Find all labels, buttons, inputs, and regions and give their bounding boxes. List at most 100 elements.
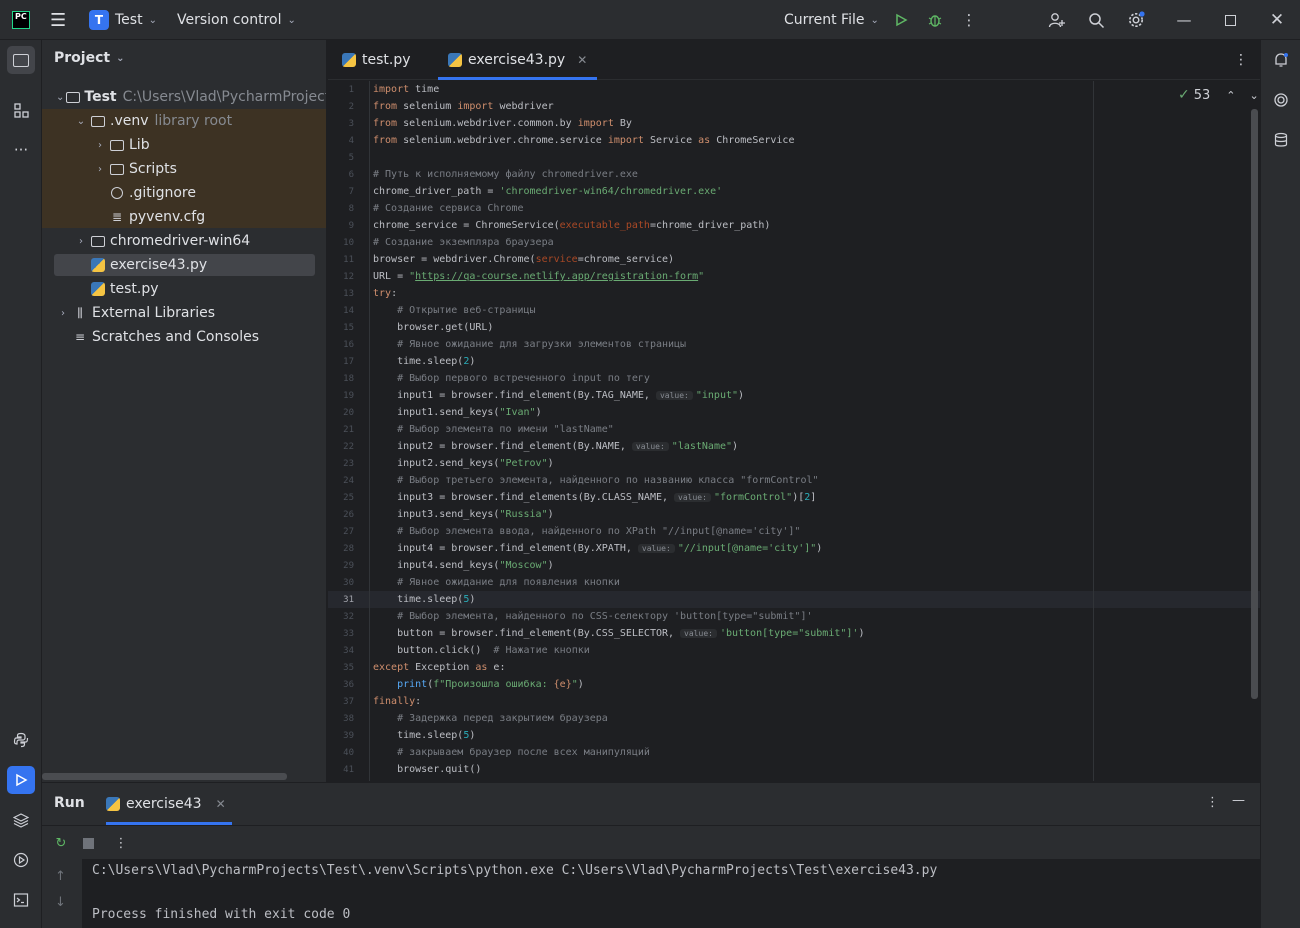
more-tools-button[interactable]: ··· xyxy=(7,136,35,164)
line-number[interactable]: 7 xyxy=(328,187,354,197)
line-number[interactable]: 8 xyxy=(328,204,354,214)
minimize-button[interactable]: — xyxy=(1172,8,1196,32)
debug-button[interactable] xyxy=(923,8,947,32)
line-number[interactable]: 31 xyxy=(328,595,354,605)
run-tool-button[interactable] xyxy=(7,766,35,794)
version-control-menu[interactable]: Version control ⌄ xyxy=(177,0,296,40)
run-tab-exercise43[interactable]: exercise43 ✕ xyxy=(106,783,232,825)
tree-item-external-libraries[interactable]: › ⫼ External Libraries xyxy=(42,301,326,325)
run-button[interactable] xyxy=(889,8,913,32)
python-packages-button[interactable] xyxy=(7,806,35,834)
line-number[interactable]: 37 xyxy=(328,697,354,707)
chevron-up-icon[interactable]: ⌃ xyxy=(1226,89,1235,102)
maximize-button[interactable] xyxy=(1218,8,1242,32)
close-tab-icon[interactable]: ✕ xyxy=(216,797,226,811)
close-tab-icon[interactable]: ✕ xyxy=(577,53,587,67)
python-console-button[interactable] xyxy=(7,726,35,754)
line-number[interactable]: 11 xyxy=(328,255,354,265)
tab-test-py[interactable]: test.py xyxy=(342,40,411,80)
line-number[interactable]: 1 xyxy=(328,85,354,95)
line-number[interactable]: 33 xyxy=(328,629,354,639)
url-link[interactable]: https://qa-course.netlify.app/registrati… xyxy=(415,271,698,282)
line-number[interactable]: 4 xyxy=(328,136,354,146)
line-number[interactable]: 27 xyxy=(328,527,354,537)
hamburger-menu-button[interactable]: ☰ xyxy=(50,0,66,40)
run-config-selector[interactable]: Current File ⌄ xyxy=(784,0,879,40)
line-number[interactable]: 32 xyxy=(328,612,354,622)
tree-item-test[interactable]: ⌄ Test C:\Users\Vlad\PycharmProjects\Tes… xyxy=(42,85,326,109)
more-actions-button[interactable]: ⋮ xyxy=(957,8,981,32)
tree-item-exercise43[interactable]: exercise43.py xyxy=(42,253,326,277)
line-number[interactable]: 35 xyxy=(328,663,354,673)
line-number[interactable]: 40 xyxy=(328,748,354,758)
more-vertical-icon[interactable]: ⋮ xyxy=(1206,795,1219,810)
line-number[interactable]: 30 xyxy=(328,578,354,588)
line-number[interactable]: 36 xyxy=(328,680,354,690)
tree-item-scratches[interactable]: ≡ Scratches and Consoles xyxy=(42,325,326,349)
line-number[interactable]: 10 xyxy=(328,238,354,248)
line-number[interactable]: 28 xyxy=(328,544,354,554)
line-number[interactable]: 18 xyxy=(328,374,354,384)
stop-button[interactable] xyxy=(79,834,97,852)
line-number[interactable]: 16 xyxy=(328,340,354,350)
vertical-scrollbar[interactable] xyxy=(1251,109,1258,699)
arrow-down-icon[interactable]: ↓ xyxy=(55,895,66,910)
tabs-more-button[interactable]: ⋮ xyxy=(1234,40,1248,80)
settings-button[interactable] xyxy=(1124,8,1148,32)
tree-item-venv[interactable]: ⌄ .venv library root xyxy=(42,109,326,133)
services-tool-button[interactable] xyxy=(7,846,35,874)
database-button[interactable] xyxy=(1269,128,1293,152)
add-user-button[interactable] xyxy=(1045,8,1069,32)
line-number[interactable]: 38 xyxy=(328,714,354,724)
line-number[interactable]: 39 xyxy=(328,731,354,741)
line-number[interactable]: 6 xyxy=(328,170,354,180)
code-editor[interactable]: 1 2 3 4 5 6 7 8 9 10 11 12 13 14 15 16 17 18 19 20 21 22 23 24 2… xyxy=(328,81,1260,781)
line-number[interactable]: 13 xyxy=(328,289,354,299)
line-number[interactable]: 9 xyxy=(328,221,354,231)
line-number[interactable]: 20 xyxy=(328,408,354,418)
run-more-button[interactable]: ⋮ xyxy=(112,834,130,852)
rerun-button[interactable]: ↻ xyxy=(52,834,70,852)
line-number[interactable]: 15 xyxy=(328,323,354,333)
project-panel-header[interactable]: Project ⌄ xyxy=(54,50,124,66)
ai-assistant-button[interactable] xyxy=(1269,88,1293,112)
line-number[interactable]: 22 xyxy=(328,442,354,452)
project-switcher[interactable]: T Test ⌄ xyxy=(89,0,157,40)
code-line: # Создание экземпляра браузера xyxy=(373,237,554,248)
tree-item-scripts[interactable]: › Scripts xyxy=(42,157,326,181)
tab-exercise43-py[interactable]: exercise43.py ✕ xyxy=(438,40,598,80)
hide-panel-icon[interactable]: — xyxy=(1232,793,1245,808)
tree-item-lib[interactable]: › Lib xyxy=(42,133,326,157)
tree-item-pyvenv-cfg[interactable]: ≣ pyvenv.cfg xyxy=(42,205,326,229)
horizontal-scrollbar[interactable] xyxy=(42,773,287,780)
line-number[interactable]: 23 xyxy=(328,459,354,469)
line-number[interactable]: 2 xyxy=(328,102,354,112)
tree-item-chromedriver[interactable]: › chromedriver-win64 xyxy=(42,229,326,253)
line-number[interactable]: 25 xyxy=(328,493,354,503)
notifications-button[interactable] xyxy=(1269,48,1293,72)
project-tool-button[interactable] xyxy=(7,46,35,74)
structure-tool-button[interactable] xyxy=(7,96,35,124)
line-number[interactable]: 14 xyxy=(328,306,354,316)
tree-item-gitignore[interactable]: .gitignore xyxy=(42,181,326,205)
line-number[interactable]: 3 xyxy=(328,119,354,129)
close-window-button[interactable]: ✕ xyxy=(1265,8,1289,32)
line-number[interactable]: 26 xyxy=(328,510,354,520)
line-number[interactable]: 24 xyxy=(328,476,354,486)
line-number[interactable]: 5 xyxy=(328,153,354,163)
line-number[interactable]: 21 xyxy=(328,425,354,435)
line-number[interactable]: 12 xyxy=(328,272,354,282)
line-number[interactable]: 19 xyxy=(328,391,354,401)
search-button[interactable] xyxy=(1084,8,1108,32)
line-number[interactable]: 29 xyxy=(328,561,354,571)
chevron-down-icon[interactable]: ⌄ xyxy=(1250,89,1259,102)
line-number[interactable]: 41 xyxy=(328,765,354,775)
main-menu-logo[interactable]: PC xyxy=(12,0,30,40)
tree-item-test-py[interactable]: test.py xyxy=(42,277,326,301)
arrow-up-icon[interactable]: ↑ xyxy=(55,869,66,884)
console-output[interactable]: ↑ ↓ C:\Users\Vlad\PycharmProjects\Test\.… xyxy=(42,859,1260,928)
line-number[interactable]: 34 xyxy=(328,646,354,656)
inspection-widget[interactable]: ✓ 53 ⌃ ⌄ xyxy=(1178,87,1259,103)
terminal-tool-button[interactable] xyxy=(7,886,35,914)
line-number[interactable]: 17 xyxy=(328,357,354,367)
